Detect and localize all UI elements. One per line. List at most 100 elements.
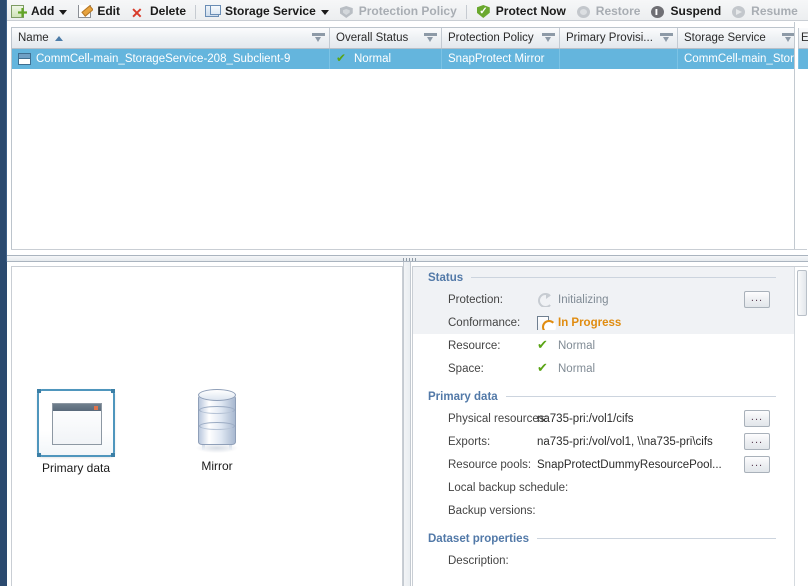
check-icon — [336, 53, 349, 65]
toolbar-button-storage-service[interactable]: Storage Service — [201, 0, 335, 21]
detail-row: Local backup schedule: — [413, 476, 794, 499]
toolbar-button-label: Protection Policy — [359, 5, 457, 18]
grid-column-header-overall-status[interactable]: Overall Status — [330, 28, 442, 48]
edit-icon — [77, 5, 93, 18]
detail-value-wrap: Normal — [537, 362, 595, 376]
toolbar-button-suspend[interactable]: Suspend — [646, 0, 727, 21]
datasets-grid: Name Overall StatusProtection PolicyPrima… — [11, 27, 807, 252]
section-title: Dataset properties — [428, 533, 537, 545]
check-icon — [537, 362, 554, 376]
database-ring-1 — [199, 406, 235, 414]
detail-value: Initializing — [558, 294, 609, 306]
toolbar-button-delete[interactable]: Delete — [126, 0, 192, 21]
grid-cell-text: Normal — [354, 50, 391, 69]
table-row[interactable]: CommCell-main_StorageService-208_Subclie… — [12, 49, 807, 69]
toolbar-button-label: Resume — [751, 5, 798, 18]
spinner-icon — [537, 293, 554, 307]
grid-column-header-protection-policy[interactable]: Protection Policy — [442, 28, 560, 48]
detail-value: Normal — [558, 340, 595, 352]
grid-column-header-primary-provisi[interactable]: Primary Provisi... — [560, 28, 678, 48]
toolbar-button-restore: Restore — [572, 0, 647, 21]
section-header-primary-data: Primary data — [413, 386, 794, 407]
diagram-node-primary-data[interactable]: Primary data — [21, 389, 131, 475]
section-header-dataset-properties: Dataset properties — [413, 528, 794, 549]
detail-label: Exports: — [413, 436, 537, 448]
section-divider — [506, 396, 776, 397]
detail-row: Space:Normal — [413, 357, 794, 380]
toolbar-button-label: Edit — [97, 5, 120, 18]
toolbar-button-add[interactable]: Add — [7, 0, 73, 21]
column-filter-icon[interactable] — [660, 32, 673, 44]
database-icon — [194, 393, 240, 455]
chevron-down-icon[interactable] — [321, 10, 329, 15]
grid-cell-name[interactable]: CommCell-main_StorageService-208_Subclie… — [12, 49, 330, 69]
grid-cell-protection-policy[interactable]: SnapProtect Mirror — [442, 49, 560, 69]
column-filter-icon[interactable] — [424, 32, 437, 44]
diagram-node-mirror[interactable]: Mirror — [162, 393, 272, 473]
resize-handle-bottom-left[interactable] — [37, 453, 41, 457]
grid-cell-partial[interactable] — [798, 49, 808, 69]
grid-column-header-label: Storage Service — [684, 28, 766, 48]
column-filter-icon[interactable] — [542, 32, 555, 44]
diagram-node-label: Mirror — [162, 459, 272, 473]
toolbar-button-label: Protect Now — [496, 5, 566, 18]
section-divider — [537, 538, 776, 539]
detail-label: Space: — [413, 363, 537, 375]
diagram-node-label: Primary data — [21, 461, 131, 475]
resume-icon — [731, 5, 747, 18]
grid-column-header-storage-service[interactable]: Storage Service — [678, 28, 800, 48]
detail-value-wrap: na735-pri:/vol1/cifs — [537, 413, 634, 425]
toolbar-separator — [195, 5, 196, 19]
grid-column-header-label: Name — [18, 28, 49, 48]
resize-handle-top-right[interactable] — [111, 389, 115, 393]
toolbar-button-protection-policy: Protection Policy — [335, 0, 463, 21]
detail-browse-button[interactable]: ... — [744, 456, 770, 473]
grid-cell-overall-status[interactable]: Normal — [330, 49, 442, 69]
database-body — [198, 395, 236, 445]
add-icon — [11, 5, 27, 18]
section-divider — [471, 277, 776, 278]
detail-value: SnapProtectDummyResourcePool... — [537, 459, 722, 471]
detail-row: Conformance: In Progress — [413, 311, 794, 334]
grid-column-header-name[interactable]: Name — [12, 28, 330, 48]
check-icon — [537, 339, 554, 353]
grid-cell-primary-provisioning[interactable] — [560, 49, 678, 69]
column-filter-icon[interactable] — [312, 32, 325, 44]
section-header-status: Status — [413, 267, 794, 288]
detail-label: Description: — [413, 555, 537, 567]
details-scrollbar[interactable] — [794, 267, 808, 586]
detail-browse-button[interactable]: ... — [744, 433, 770, 450]
horizontal-splitter[interactable] — [7, 255, 808, 262]
detail-browse-button[interactable]: ... — [744, 291, 770, 308]
detail-value-wrap: Normal — [537, 339, 595, 353]
detail-row: Physical resources:na735-pri:/vol1/cifs.… — [413, 407, 794, 430]
section-title: Status — [428, 272, 471, 284]
chevron-down-icon[interactable] — [59, 10, 67, 15]
app-root: Add Edit Delete Storage Service Protection P… — [0, 0, 808, 586]
resize-handle-top-left[interactable] — [37, 389, 41, 393]
detail-browse-button[interactable]: ... — [744, 410, 770, 427]
detail-value: In Progress — [558, 317, 621, 329]
detail-value-wrap: In Progress — [537, 316, 621, 330]
primary-data-node-box[interactable] — [37, 389, 115, 457]
suspend-icon — [650, 5, 666, 18]
detail-label: Physical resources: — [413, 413, 537, 425]
details-scrollbar-thumb[interactable] — [797, 270, 807, 316]
topology-diagram-panel: Primary data — [11, 266, 403, 586]
resize-handle-bottom-right[interactable] — [111, 453, 115, 457]
detail-value: na735-pri:/vol1/cifs — [537, 413, 634, 425]
sort-ascending-icon[interactable] — [55, 36, 63, 41]
toolbar-button-edit[interactable]: Edit — [73, 0, 126, 21]
grid-column-header-partial[interactable]: E — [798, 28, 808, 49]
protection-policy-icon — [339, 5, 355, 18]
database-top — [198, 389, 236, 401]
toolbar-button-protect-now[interactable]: Protect Now — [472, 0, 572, 21]
detail-label: Protection: — [413, 294, 537, 306]
window-icon — [52, 403, 102, 445]
detail-label: Local backup schedule: — [413, 482, 537, 494]
vertical-splitter[interactable] — [403, 262, 411, 586]
detail-row: Resource:Normal — [413, 334, 794, 357]
detail-value-wrap: SnapProtectDummyResourcePool... — [537, 459, 722, 471]
grid-cell-storage-service[interactable]: CommCell-main_Stora... — [678, 49, 800, 69]
detail-label: Conformance: — [413, 317, 537, 329]
